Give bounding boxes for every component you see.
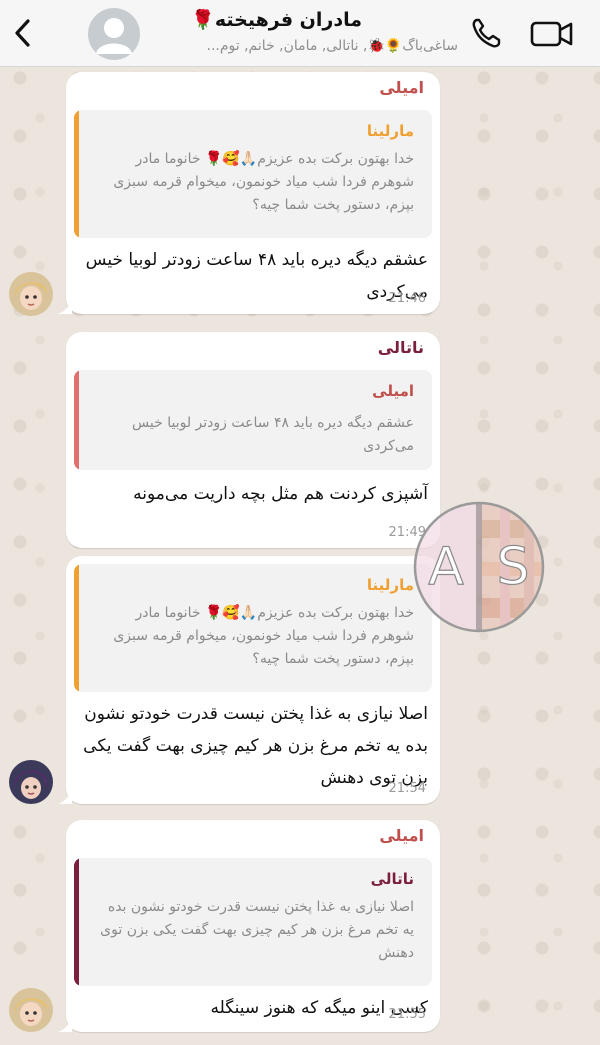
quote-accent-bar (74, 858, 79, 986)
message-text: اصلا نیازی به غذا پختن نیست قدرت خودتو ن… (83, 704, 428, 788)
quote-text: خدا بهتون برکت بده عزیزم🙏🏻🥰🌹 خانوما مادر… (113, 151, 414, 213)
phone-icon[interactable] (468, 14, 504, 52)
chat-header: مادران فرهیخته🌹 ساغی‌باگ🌻🐞, ناتالی, ماما… (0, 0, 600, 67)
quote-text: عشقم دیگه دیره باید ۴۸ ساعت زودتر لوبیا … (132, 415, 414, 454)
message-text: کسی اینو میگه که هنوز سینگله (210, 998, 428, 1018)
watermark-logo: A S (413, 501, 545, 633)
quoted-message[interactable]: مارلینا خدا بهتون برکت بده عزیزم🙏🏻🥰🌹 خان… (74, 110, 432, 238)
message-bubble[interactable]: مارلینا خدا بهتون برکت بده عزیزم🙏🏻🥰🌹 خان… (66, 556, 440, 804)
message-sender: امیلی (379, 826, 424, 845)
chat-title[interactable]: مادران فرهیخته🌹 (132, 8, 362, 31)
quote-sender: مارلینا (366, 122, 414, 140)
quote-sender: ناتالی (370, 870, 414, 888)
message-sender: ناتالی (377, 338, 424, 357)
message-time: 21:55 (388, 1007, 426, 1022)
message-time: 21:54 (388, 781, 426, 796)
chat-participants[interactable]: ساغی‌باگ🌻🐞, ناتالی, مامان, خانم, توم... (158, 38, 459, 54)
quote-text: اصلا نیازی به غذا پختن نیست قدرت خودتو ن… (100, 899, 414, 961)
message-sender: امیلی (379, 78, 424, 97)
quoted-message[interactable]: امیلی عشقم دیگه دیره باید ۴۸ ساعت زودتر … (74, 370, 432, 470)
watermark-letter-a: A (428, 537, 464, 597)
bubble-tail (58, 790, 72, 804)
message-bubble[interactable]: ناتالی امیلی عشقم دیگه دیره باید ۴۸ ساعت… (66, 332, 440, 548)
message-text: آشپزی کردنت هم مثل بچه داریت می‌مونه (133, 484, 428, 504)
bubble-tail (58, 1018, 72, 1032)
quote-accent-bar (74, 370, 79, 470)
chevron-left-icon[interactable] (8, 14, 38, 52)
quote-sender: امیلی (372, 382, 414, 400)
message-time: 21:46 (388, 291, 426, 306)
message-text: عشقم دیگه دیره باید ۴۸ ساعت زودتر لوبیا … (85, 250, 428, 302)
bubble-tail (58, 300, 72, 314)
video-camera-icon[interactable] (530, 18, 574, 50)
quote-text: خدا بهتون برکت بده عزیزم🙏🏻🥰🌹 خانوما مادر… (113, 605, 414, 667)
message-bubble[interactable]: امیلی مارلینا خدا بهتون برکت بده عزیزم🙏🏻… (66, 72, 440, 314)
watermark-letter-s: S (496, 537, 529, 597)
quoted-message[interactable]: مارلینا خدا بهتون برکت بده عزیزم🙏🏻🥰🌹 خان… (74, 564, 432, 692)
quote-accent-bar (74, 110, 79, 238)
avatar[interactable] (9, 760, 53, 804)
quoted-message[interactable]: ناتالی اصلا نیازی به غذا پختن نیست قدرت … (74, 858, 432, 986)
message-bubble[interactable]: امیلی ناتالی اصلا نیازی به غذا پختن نیست… (66, 820, 440, 1032)
quote-accent-bar (74, 564, 79, 692)
quote-sender: مارلینا (366, 576, 414, 594)
avatar[interactable] (9, 272, 53, 316)
avatar[interactable] (9, 988, 53, 1032)
